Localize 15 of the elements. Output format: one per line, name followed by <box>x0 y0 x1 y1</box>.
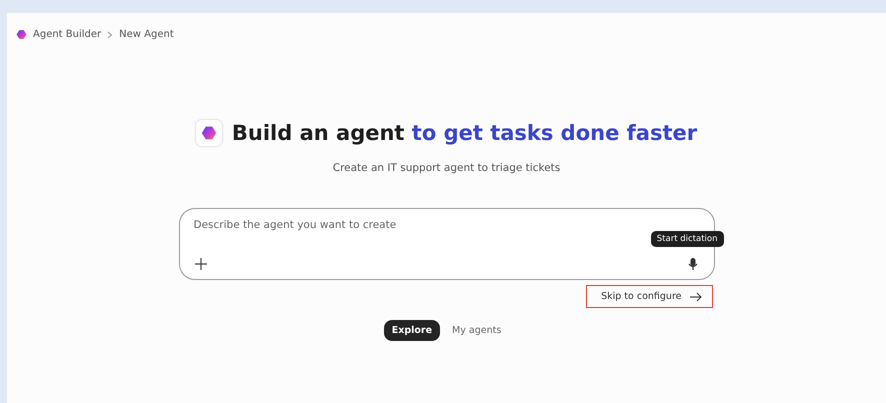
breadcrumb-item[interactable]: New Agent <box>119 29 174 40</box>
heading: Build an agent to get tasks done faster <box>232 121 698 145</box>
logo-icon <box>200 125 217 141</box>
chevron-icon <box>107 30 114 38</box>
logo-icon <box>16 29 27 40</box>
subtitle: Create an IT support agent to triage tickets <box>332 162 560 174</box>
tab[interactable]: My agents <box>444 320 510 341</box>
breadcrumb-item[interactable]: Agent Builder <box>33 29 102 40</box>
prompt-field[interactable]: Describe the agent you want to create <box>194 219 594 231</box>
skip-button[interactable]: Skip to configure <box>586 285 712 308</box>
microphone-icon[interactable] <box>686 257 700 271</box>
plus-icon[interactable] <box>194 257 208 271</box>
arrow-icon <box>690 292 702 302</box>
tooltip: Start dictation <box>650 231 724 247</box>
tab[interactable]: Explore <box>384 320 440 341</box>
